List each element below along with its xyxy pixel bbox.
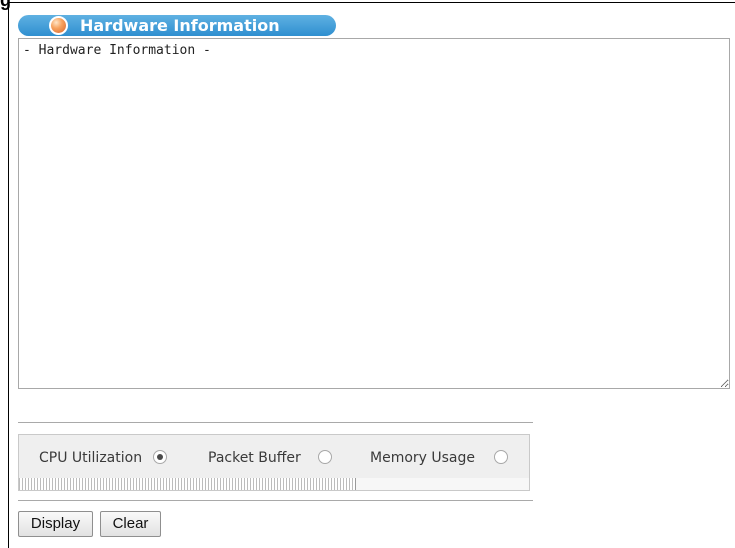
cpu-utilization-label: CPU Utilization (39, 450, 143, 466)
packet-buffer-label: Packet Buffer (208, 450, 301, 466)
orange-ball-icon (49, 16, 68, 35)
frame-left-border (8, 2, 9, 548)
bottom-separator (18, 500, 533, 501)
memory-usage-radio[interactable] (494, 450, 508, 464)
clear-button[interactable]: Clear (100, 511, 161, 537)
memory-usage-label: Memory Usage (370, 450, 476, 466)
top-separator (18, 422, 533, 423)
hardware-info-textarea[interactable]: - Hardware Information - (18, 38, 730, 389)
cpu-utilization-radio[interactable] (153, 450, 167, 464)
section-title: Hardware Information (80, 16, 280, 35)
hardware-information-page: g Hardware Information - Hardware Inform… (0, 0, 735, 548)
frame-top-border (9, 2, 735, 3)
usage-progress-bar (19, 478, 529, 490)
display-button[interactable]: Display (18, 511, 93, 537)
packet-buffer-radio[interactable] (318, 450, 332, 464)
usage-progress-fill (19, 478, 356, 490)
